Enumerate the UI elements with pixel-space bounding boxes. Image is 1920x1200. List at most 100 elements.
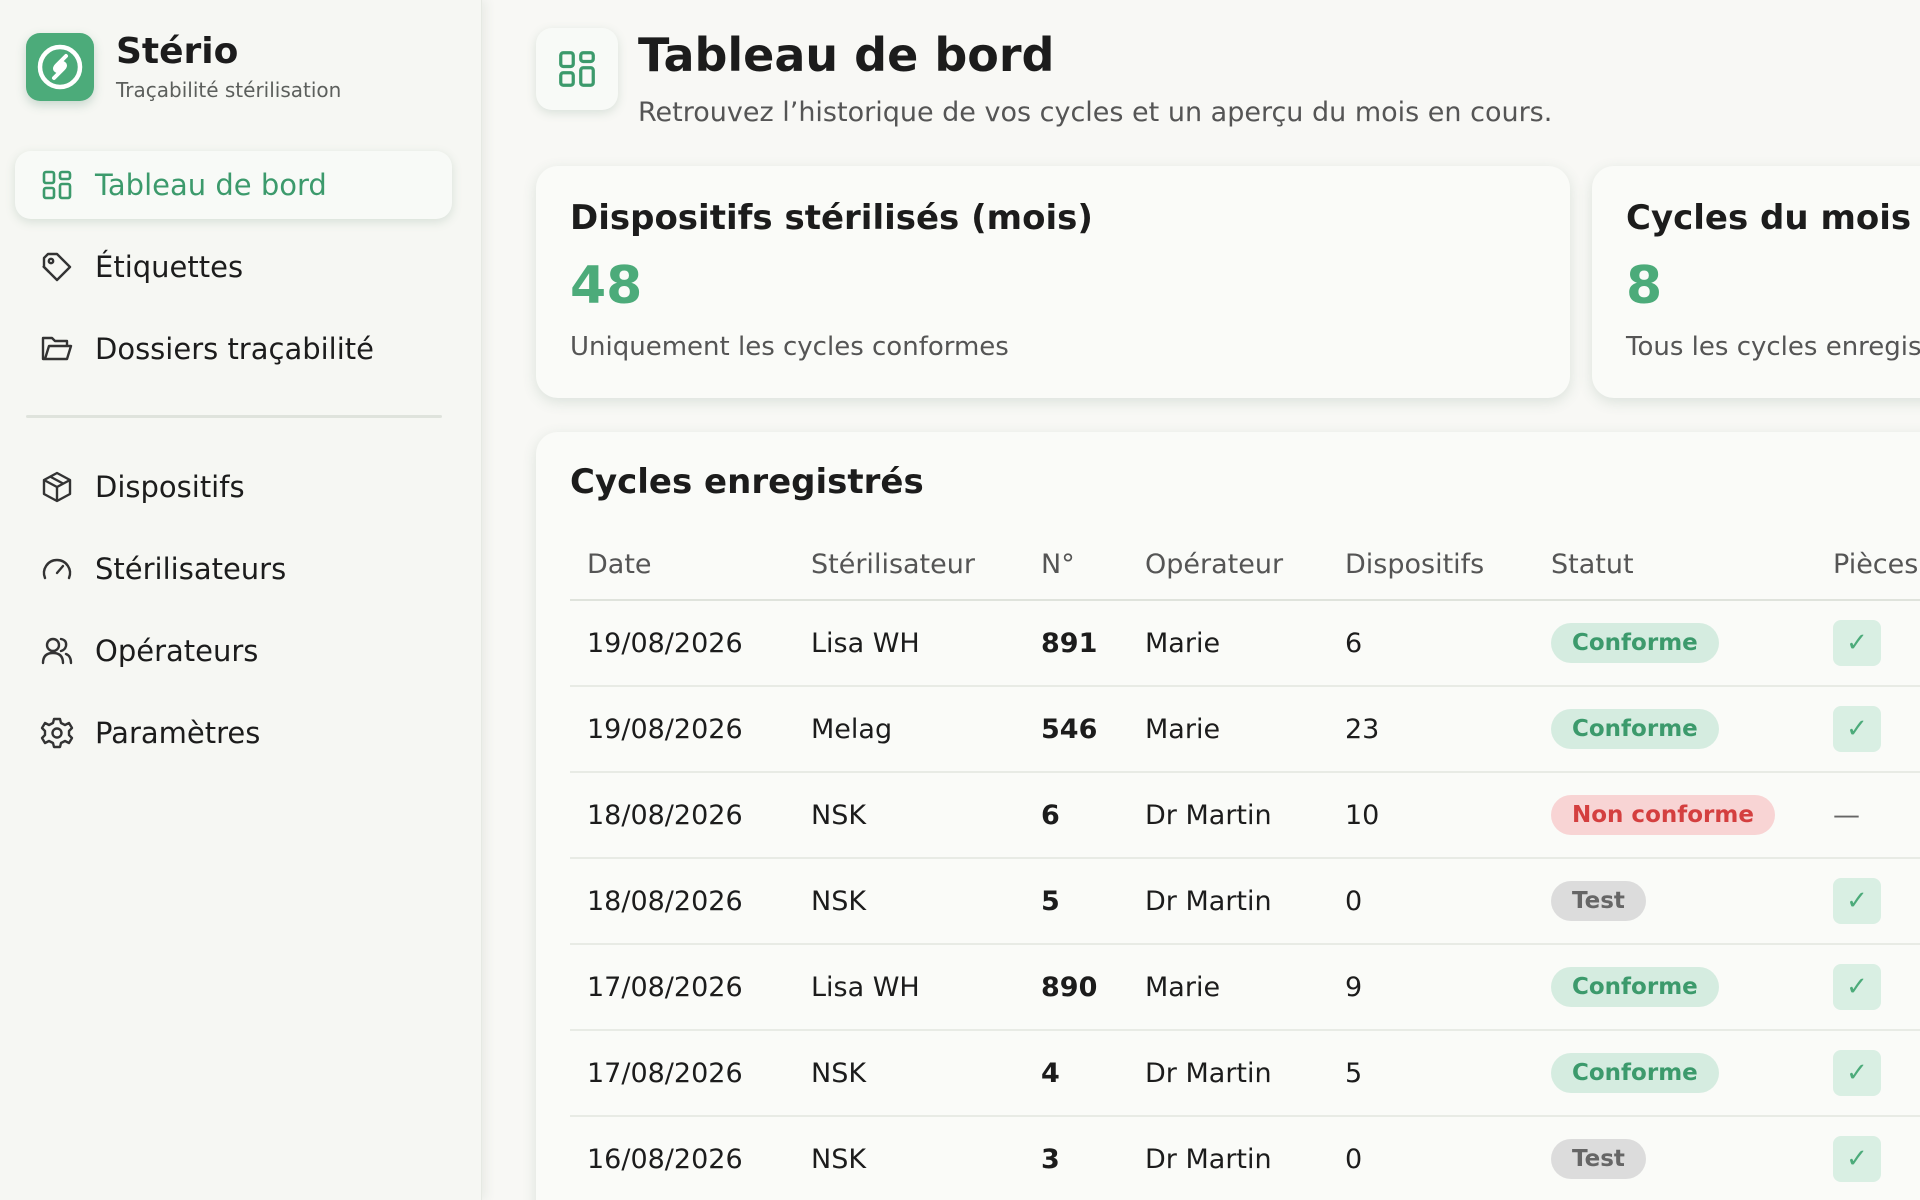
cell-operator: Marie (1128, 686, 1328, 773)
cell-sterilizer: Melag (794, 686, 1024, 773)
cell-pieces: ✓ (1816, 600, 1920, 687)
cell-number: 5 (1024, 858, 1128, 945)
cell-pieces: ✓ (1816, 944, 1920, 1031)
check-icon[interactable]: ✓ (1833, 964, 1881, 1010)
table-row[interactable]: 19/08/2026 Lisa WH 891 Marie 6 Conforme ✓ (570, 600, 1920, 687)
table-row[interactable]: 18/08/2026 NSK 6 Dr Martin 10 Non conforme — (570, 772, 1920, 859)
cell-number: 546 (1024, 686, 1128, 773)
stat-card-devices: Dispositifs stérilisés (mois) 48 Uniquem… (536, 166, 1570, 398)
cell-operator: Marie (1128, 944, 1328, 1031)
stat-value: 48 (570, 256, 643, 316)
status-badge: Conforme (1551, 1053, 1719, 1093)
cell-pieces: ✓ (1816, 686, 1920, 773)
check-icon[interactable]: ✓ (1833, 1050, 1881, 1096)
sidebar: Stério Traçabilité stérilisation Tableau… (0, 0, 482, 1200)
cell-sterilizer: Lisa WH (794, 600, 1024, 687)
cell-date: 19/08/2026 (570, 600, 794, 687)
cell-devices: 5 (1328, 1030, 1534, 1117)
users-icon (39, 633, 75, 669)
sidebar-item-label: Stérilisateurs (95, 552, 287, 586)
check-icon[interactable]: ✓ (1833, 1136, 1881, 1182)
table-row[interactable]: 18/08/2026 NSK 5 Dr Martin 0 Test ✓ (570, 858, 1920, 945)
cycles-table: Date Stérilisateur N° Opérateur Disposit… (570, 530, 1920, 1200)
primary-nav: Tableau de bord Étiquettes Dossiers traç… (15, 151, 452, 397)
table-row[interactable]: 16/08/2026 NSK 3 Dr Martin 0 Test ✓ (570, 1116, 1920, 1200)
cell-devices: 0 (1328, 1116, 1534, 1200)
stat-label: Cycles du mois (1626, 198, 1912, 238)
cell-sterilizer: NSK (794, 1116, 1024, 1200)
sidebar-item-dashboard[interactable]: Tableau de bord (15, 151, 452, 219)
table-row[interactable]: 17/08/2026 Lisa WH 890 Marie 9 Conforme ✓ (570, 944, 1920, 1031)
grid-icon (39, 167, 75, 203)
cell-status: Conforme (1534, 686, 1816, 773)
tag-icon (39, 249, 75, 285)
cell-number: 891 (1024, 600, 1128, 687)
cell-pieces: ✓ (1816, 858, 1920, 945)
cell-pieces: ✓ (1816, 1030, 1920, 1117)
brand[interactable]: Stério Traçabilité stérilisation (26, 32, 341, 102)
table-body: 19/08/2026 Lisa WH 891 Marie 6 Conforme ✓ 19/08… (570, 600, 1920, 1200)
nav-divider (26, 415, 442, 418)
column-header-pieces[interactable]: Pièces (1816, 530, 1920, 601)
column-header-date[interactable]: Date (570, 530, 794, 601)
cell-pieces: ✓ (1816, 1116, 1920, 1200)
cell-date: 16/08/2026 (570, 1116, 794, 1200)
table-row[interactable]: 19/08/2026 Melag 546 Marie 23 Conforme ✓ (570, 686, 1920, 773)
check-icon[interactable]: ✓ (1833, 706, 1881, 752)
cell-sterilizer: NSK (794, 1030, 1024, 1117)
sidebar-item-operators[interactable]: Opérateurs (15, 617, 452, 685)
gear-icon (39, 715, 75, 751)
cell-date: 17/08/2026 (570, 944, 794, 1031)
cell-sterilizer: NSK (794, 858, 1024, 945)
column-header-number[interactable]: N° (1024, 530, 1128, 601)
column-header-sterilizer[interactable]: Stérilisateur (794, 530, 1024, 601)
status-badge: Test (1551, 881, 1646, 921)
cell-operator: Dr Martin (1128, 1116, 1328, 1200)
cell-operator: Marie (1128, 600, 1328, 687)
table-title: Cycles enregistrés (570, 462, 924, 502)
cell-status: Test (1534, 1116, 1816, 1200)
folder-icon (39, 331, 75, 367)
logo-icon (26, 32, 94, 101)
status-badge: Conforme (1551, 709, 1719, 749)
cell-devices: 0 (1328, 858, 1534, 945)
sidebar-item-folders[interactable]: Dossiers traçabilité (15, 315, 452, 383)
cell-status: Conforme (1534, 944, 1816, 1031)
stat-label: Dispositifs stérilisés (mois) (570, 198, 1093, 238)
cell-status: Conforme (1534, 1030, 1816, 1117)
grid-icon (536, 28, 618, 110)
cell-number: 890 (1024, 944, 1128, 1031)
cell-operator: Dr Martin (1128, 1030, 1328, 1117)
table-header-row: Date Stérilisateur N° Opérateur Disposit… (570, 530, 1920, 601)
sidebar-item-label: Opérateurs (95, 634, 259, 668)
sidebar-item-labels[interactable]: Étiquettes (15, 233, 452, 301)
column-header-operator[interactable]: Opérateur (1128, 530, 1328, 601)
secondary-nav: Dispositifs Stérilisateurs Opérateurs Pa… (15, 453, 452, 781)
sidebar-item-label: Tableau de bord (95, 168, 327, 202)
check-icon[interactable]: ✓ (1833, 878, 1881, 924)
page-subtitle: Retrouvez l’historique de vos cycles et … (638, 97, 1553, 129)
status-badge: Test (1551, 1139, 1646, 1179)
cell-number: 6 (1024, 772, 1128, 859)
pieces-empty: — (1833, 799, 1860, 831)
stat-card-cycles: Cycles du mois 8 Tous les cycles enregis… (1592, 166, 1920, 398)
cell-devices: 23 (1328, 686, 1534, 773)
cell-operator: Dr Martin (1128, 858, 1328, 945)
table-row[interactable]: 17/08/2026 NSK 4 Dr Martin 5 Conforme ✓ (570, 1030, 1920, 1117)
check-icon[interactable]: ✓ (1833, 620, 1881, 666)
column-header-status[interactable]: Statut (1534, 530, 1816, 601)
sidebar-item-settings[interactable]: Paramètres (15, 699, 452, 767)
sidebar-item-label: Dispositifs (95, 470, 245, 504)
sidebar-item-devices[interactable]: Dispositifs (15, 453, 452, 521)
cycles-table-card: Cycles enregistrés Date Stérilisateur N°… (536, 432, 1920, 1200)
cell-status: Non conforme (1534, 772, 1816, 859)
stat-description: Uniquement les cycles conformes (570, 332, 1009, 362)
brand-name: Stério (116, 31, 239, 72)
cell-devices: 6 (1328, 600, 1534, 687)
cell-number: 4 (1024, 1030, 1128, 1117)
sidebar-item-sterilizers[interactable]: Stérilisateurs (15, 535, 452, 603)
cell-date: 18/08/2026 (570, 772, 794, 859)
page-header: Tableau de bord Retrouvez l’historique d… (536, 28, 1552, 128)
cell-date: 18/08/2026 (570, 858, 794, 945)
column-header-devices[interactable]: Dispositifs (1328, 530, 1534, 601)
